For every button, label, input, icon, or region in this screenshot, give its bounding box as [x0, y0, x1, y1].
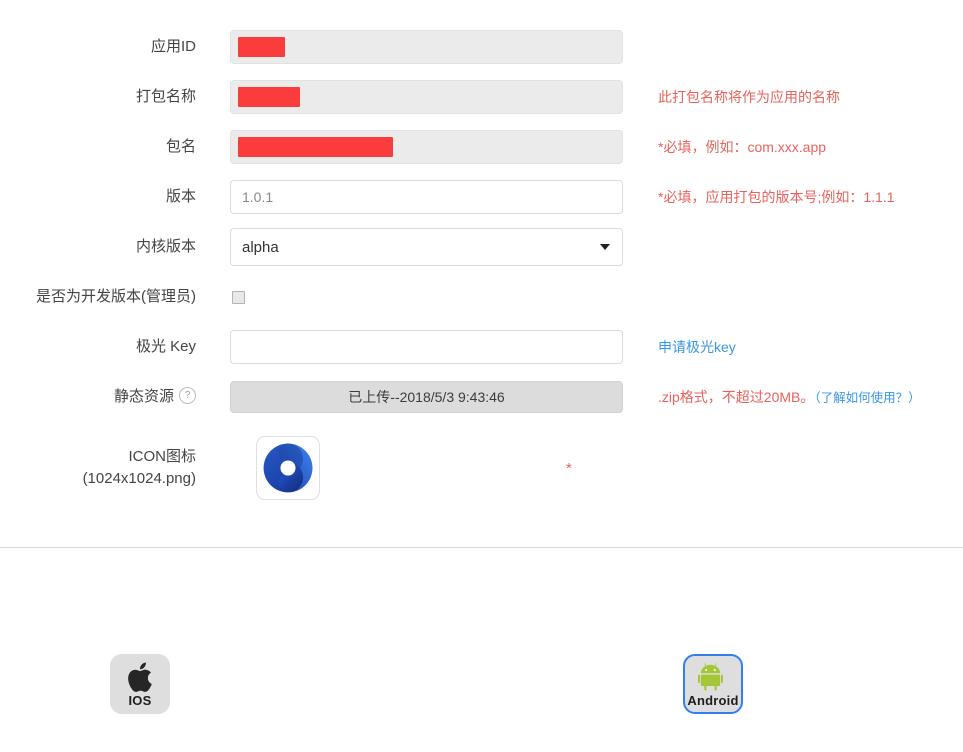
app-icon-upload[interactable] — [256, 436, 320, 500]
jpush-key-input[interactable] — [230, 330, 623, 364]
label-dev-build: 是否为开发版本(管理员) — [36, 287, 196, 305]
label-jpush-key: 极光 Key — [135, 337, 196, 355]
app-icon-required-mark: * — [566, 459, 572, 477]
field-app-id — [230, 30, 623, 64]
label-static-resource: 静态资源? — [0, 387, 196, 407]
field-jpush-key — [230, 330, 623, 364]
static-resource-upload-button[interactable]: 已上传--2018/5/3 9:43:46 — [230, 381, 623, 413]
form-row-package-name: 包名 *必填，例如：com.xxx.app — [0, 122, 963, 172]
form-row-package-title: 打包名称 此打包名称将作为应用的名称 — [0, 72, 963, 122]
form-row-static-resource: 静态资源? 已上传--2018/5/3 9:43:46 .zip格式，不超过20… — [0, 372, 963, 422]
packaging-form: 应用ID 打包名称 此打包名称将作为应用的名称 包名 *必填，例如：com.xx… — [0, 0, 963, 514]
field-version — [230, 180, 623, 214]
question-circle-icon[interactable]: ? — [179, 387, 196, 405]
redaction-block-package-name — [238, 137, 393, 157]
dev-build-checkbox[interactable] — [232, 290, 245, 304]
section-divider — [0, 547, 963, 548]
app-id-input[interactable] — [230, 30, 623, 64]
platform-label-android: Android — [687, 692, 739, 708]
hint-version: *必填，应用打包的版本号;例如：1.1.1 — [658, 189, 895, 205]
apple-icon — [127, 662, 153, 692]
version-input[interactable] — [230, 180, 623, 214]
form-row-jpush-key: 极光 Key 申请极光key — [0, 322, 963, 372]
redaction-block-package-title — [238, 87, 300, 107]
platform-selector: IOS Android — [0, 652, 963, 722]
redaction-block-app-id — [238, 37, 285, 57]
form-row-dev-build: 是否为开发版本(管理员) — [0, 272, 963, 322]
label-package-title: 打包名称 — [135, 87, 196, 105]
label-app-icon-line2: (1024x1024.png) — [82, 470, 196, 487]
hint-package-name: *必填，例如：com.xxx.app — [658, 139, 827, 155]
field-static-resource: 已上传--2018/5/3 9:43:46 — [230, 381, 623, 413]
field-package-title — [230, 80, 623, 114]
label-package-name: 包名 — [165, 137, 196, 155]
hint-static-resource: .zip格式，不超过20MB。 — [658, 389, 815, 405]
field-dev-build — [230, 288, 623, 307]
kernel-version-select[interactable]: alpha — [230, 228, 623, 266]
platform-label-ios: IOS — [128, 692, 152, 708]
form-row-app-id: 应用ID — [0, 22, 963, 72]
platform-button-android[interactable]: Android — [683, 654, 743, 714]
label-app-icon-line1: ICON图标 — [128, 448, 196, 465]
android-icon — [698, 662, 728, 692]
field-package-name — [230, 130, 623, 164]
label-app-id: 应用ID — [150, 37, 196, 55]
platform-button-ios[interactable]: IOS — [110, 654, 170, 714]
form-row-version: 版本 *必填，应用打包的版本号;例如：1.1.1 — [0, 172, 963, 222]
apply-jpush-key-link[interactable]: 申请极光key — [658, 339, 736, 355]
field-kernel-version: alpha — [230, 228, 623, 266]
label-version: 版本 — [165, 187, 196, 205]
label-app-icon: ICON图标 (1024x1024.png) — [0, 446, 196, 490]
hint-package-title: 此打包名称将作为应用的名称 — [658, 89, 840, 105]
form-row-app-icon: ICON图标 (1024x1024.png) * — [0, 422, 963, 514]
static-resource-howto-link[interactable]: （了解如何使用？） — [814, 391, 920, 405]
label-kernel-version: 内核版本 — [135, 237, 196, 255]
app-logo-ring-icon — [263, 443, 313, 493]
label-static-resource-text: 静态资源 — [113, 387, 174, 405]
form-row-kernel-version: 内核版本 alpha — [0, 222, 963, 272]
